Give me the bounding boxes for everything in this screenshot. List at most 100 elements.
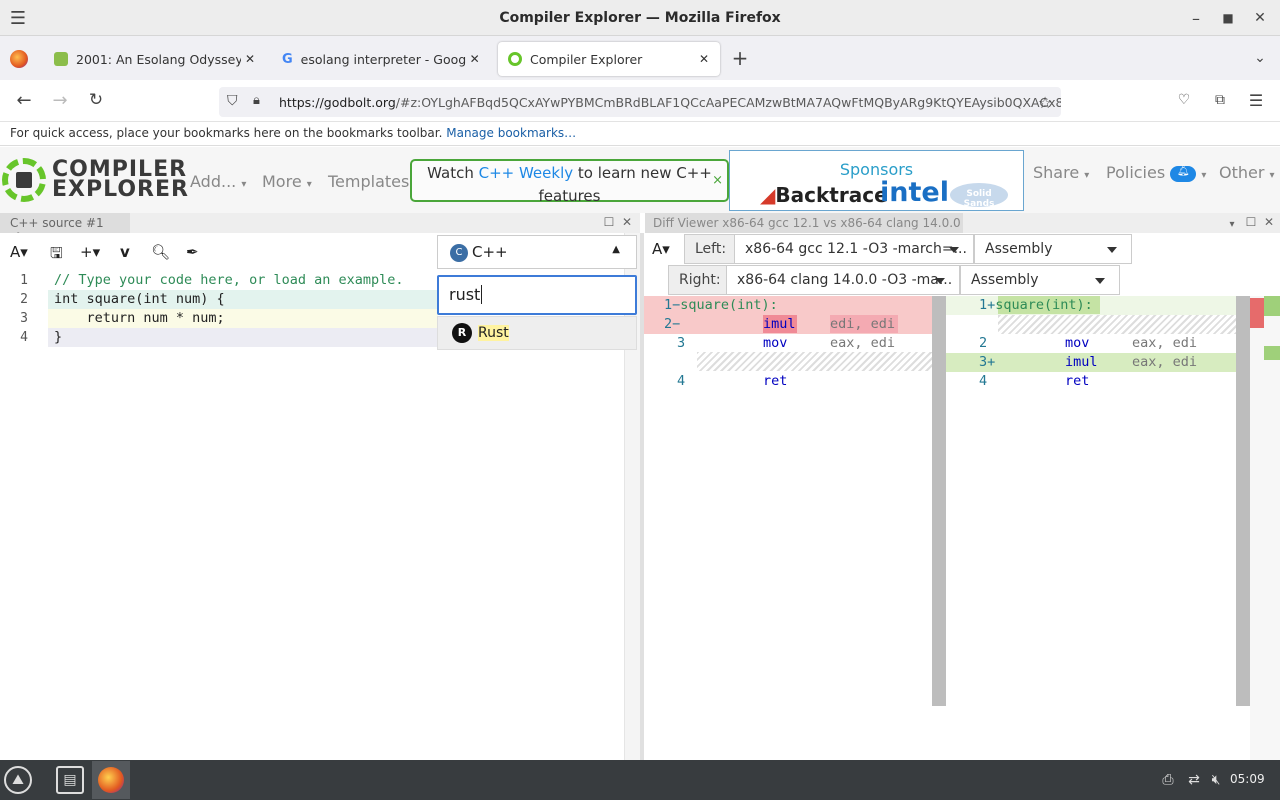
text-cursor xyxy=(481,285,483,304)
close-tab-icon[interactable]: ✕ xyxy=(470,52,480,66)
maximize-icon[interactable]: ■ xyxy=(1218,8,1238,28)
diff-left-line-1: 1−square(int): xyxy=(664,297,778,313)
left-mode-select[interactable]: Assembly xyxy=(974,234,1132,264)
esolang-favicon-icon xyxy=(54,52,68,66)
diff-right-scrollbar[interactable] xyxy=(1236,296,1250,706)
tab-google-search[interactable]: G esolang interpreter - Google Search ✕ xyxy=(272,42,494,76)
diff-left-line-2: 2− xyxy=(664,316,680,332)
clock[interactable]: 05:09 xyxy=(1230,772,1265,786)
pocket-icon[interactable]: ♡ xyxy=(1174,90,1194,110)
maximize-pane-icon[interactable]: ☐ xyxy=(602,214,616,230)
code-line: int square(int num) { xyxy=(54,291,225,307)
new-tab-icon[interactable]: + xyxy=(730,46,750,70)
right-mode-select[interactable]: Assembly xyxy=(960,265,1120,295)
chevron-down-icon[interactable]: ▾ xyxy=(1226,216,1238,232)
pin-icon[interactable]: ✒ xyxy=(186,243,199,261)
diff-marker: + xyxy=(987,354,996,370)
lock-icon[interactable]: 🔒︎ xyxy=(253,93,260,108)
banner-pre: Watch xyxy=(427,164,479,182)
font-size-icon[interactable]: A▾ xyxy=(652,240,670,258)
language-search-input[interactable]: rust xyxy=(437,275,637,315)
menu-templates[interactable]: Templates xyxy=(328,172,409,191)
menu-other[interactable]: Other ▾ xyxy=(1219,163,1275,182)
extensions-icon[interactable]: ⧉ xyxy=(1210,90,1230,110)
sponsor-solid-sands[interactable]: Solid Sands xyxy=(950,183,1008,209)
tab-bar: 2001: An Esolang Odyssey - Esolang ✕ G e… xyxy=(0,36,1280,80)
ruler-added-mark xyxy=(1264,296,1280,316)
cpp-weekly-banner: Watch C++ Weekly to learn new C++ featur… xyxy=(410,159,729,205)
menu-add[interactable]: Add... ▾ xyxy=(190,172,246,191)
left-compiler-select[interactable]: x86-64 gcc 12.1 -O3 -march=... xyxy=(734,234,974,264)
caret-down-icon xyxy=(1095,278,1105,284)
tab-compiler-explorer[interactable]: Compiler Explorer ✕ xyxy=(498,42,720,76)
menu-more[interactable]: More ▾ xyxy=(262,172,312,191)
app-menu-icon[interactable]: ☰ xyxy=(1246,90,1266,110)
firefox-taskbar-button[interactable] xyxy=(92,761,130,799)
save-icon[interactable]: 🖫︎ xyxy=(50,243,63,268)
pane-divider[interactable] xyxy=(640,233,644,760)
url-path: /#z:OYLghAFBqd5QCxAYwPYBMCmBRdBLAF1QCcAa… xyxy=(395,94,1061,110)
diff-right-line-1: 1+square(int): xyxy=(979,297,1093,313)
close-pane-icon[interactable]: ✕ xyxy=(1262,214,1276,230)
caret-down-icon xyxy=(1107,247,1117,253)
file-manager-icon[interactable]: ▤ xyxy=(56,766,84,794)
google-favicon-icon: G xyxy=(282,51,293,67)
sponsor-intel[interactable]: intel xyxy=(880,177,949,208)
line-number: 4 xyxy=(979,373,988,389)
bookmark-star-icon[interactable]: ☆ xyxy=(1035,92,1055,112)
manage-bookmarks-link[interactable]: Manage bookmarks… xyxy=(446,126,576,140)
printer-icon[interactable]: ⎙ xyxy=(1158,770,1178,790)
source-tab[interactable]: C++ source #1 ✎ ✕ xyxy=(0,213,130,244)
network-icon[interactable]: ⇄ xyxy=(1184,770,1204,790)
url-bar[interactable]: ⛉ 🔒︎ https://godbolt.org/#z:OYLghAFBqd5Q… xyxy=(219,87,1061,117)
source-tab-label: C++ source #1 xyxy=(10,216,104,230)
close-tab-icon[interactable]: ✕ xyxy=(699,52,709,66)
vim-icon[interactable]: v xyxy=(120,243,130,261)
cpp-logo-icon: C xyxy=(450,244,468,262)
volume-muted-icon[interactable]: 🔇︎ xyxy=(1206,770,1226,790)
bookmarks-hint: For quick access, place your bookmarks h… xyxy=(10,126,443,140)
diff-left-scrollbar[interactable] xyxy=(932,296,946,706)
minimize-icon[interactable]: – xyxy=(1186,8,1206,28)
font-size-icon[interactable]: A▾ xyxy=(10,243,28,261)
menu-policies[interactable]: Policies 🔔︎ ▾ xyxy=(1106,163,1206,182)
close-tab-icon[interactable]: ✕ xyxy=(245,52,255,66)
asm-op: mov xyxy=(763,335,788,351)
right-compiler-select[interactable]: x86-64 clang 14.0.0 -O3 -ma... xyxy=(726,265,960,295)
add-icon[interactable]: +▾ xyxy=(80,243,100,261)
firefox-view-icon[interactable] xyxy=(10,50,28,68)
shield-icon[interactable]: ⛉ xyxy=(227,93,238,109)
language-option-rust[interactable]: R Rust xyxy=(437,316,637,350)
sponsor-backtrace[interactable]: ◢Backtrace xyxy=(760,183,888,207)
left-mode-value: Assembly xyxy=(985,241,1053,257)
close-window-icon[interactable]: ✕ xyxy=(1250,8,1270,28)
ruler-removed-mark xyxy=(1250,298,1264,328)
language-select[interactable]: C C++ ▲ xyxy=(437,235,637,269)
reload-icon[interactable]: ↻ xyxy=(86,90,106,110)
close-pane-icon[interactable]: ✕ xyxy=(620,214,634,230)
diff-overview-ruler[interactable] xyxy=(1250,296,1280,760)
list-tabs-chevron-down-icon[interactable]: ⌄ xyxy=(1250,48,1270,68)
menu-share[interactable]: Share ▾ xyxy=(1033,163,1089,182)
asm-op: mov xyxy=(1065,335,1090,351)
back-arrow-icon[interactable]: ← xyxy=(14,90,34,111)
start-menu-icon[interactable]: ⛰ xyxy=(4,766,32,794)
tab-esolang-odyssey[interactable]: 2001: An Esolang Odyssey - Esolang ✕ xyxy=(44,42,270,76)
caret-down-icon: ▾ xyxy=(306,179,312,190)
tab-label: Compiler Explorer xyxy=(530,51,643,67)
asm-label: square(int): xyxy=(995,297,1093,313)
line-number: 1 xyxy=(20,273,28,288)
taskbar: ⛰ ▤ ⎙ ⇄ 🔇︎ 05:09 xyxy=(0,760,1280,800)
asm-args: edi, edi xyxy=(830,316,896,332)
forward-arrow-icon[interactable]: → xyxy=(50,90,70,111)
banner-post: to learn new C++ xyxy=(573,164,712,182)
ce-logo-text[interactable]: COMPILER EXPLORER xyxy=(52,159,189,201)
right-mode-value: Assembly xyxy=(971,272,1039,288)
cpp-weekly-link[interactable]: C++ Weekly xyxy=(479,164,574,182)
diff-tab[interactable]: Diff Viewer x86-64 gcc 12.1 vs x86-64 cl… xyxy=(645,213,963,233)
search-icon[interactable]: 🔍︎ xyxy=(151,243,170,261)
banner-close-button[interactable]: × xyxy=(712,173,723,188)
caret-down-icon: ▾ xyxy=(241,179,247,190)
line-number: 4 xyxy=(20,330,28,345)
maximize-pane-icon[interactable]: ☐ xyxy=(1244,214,1258,230)
